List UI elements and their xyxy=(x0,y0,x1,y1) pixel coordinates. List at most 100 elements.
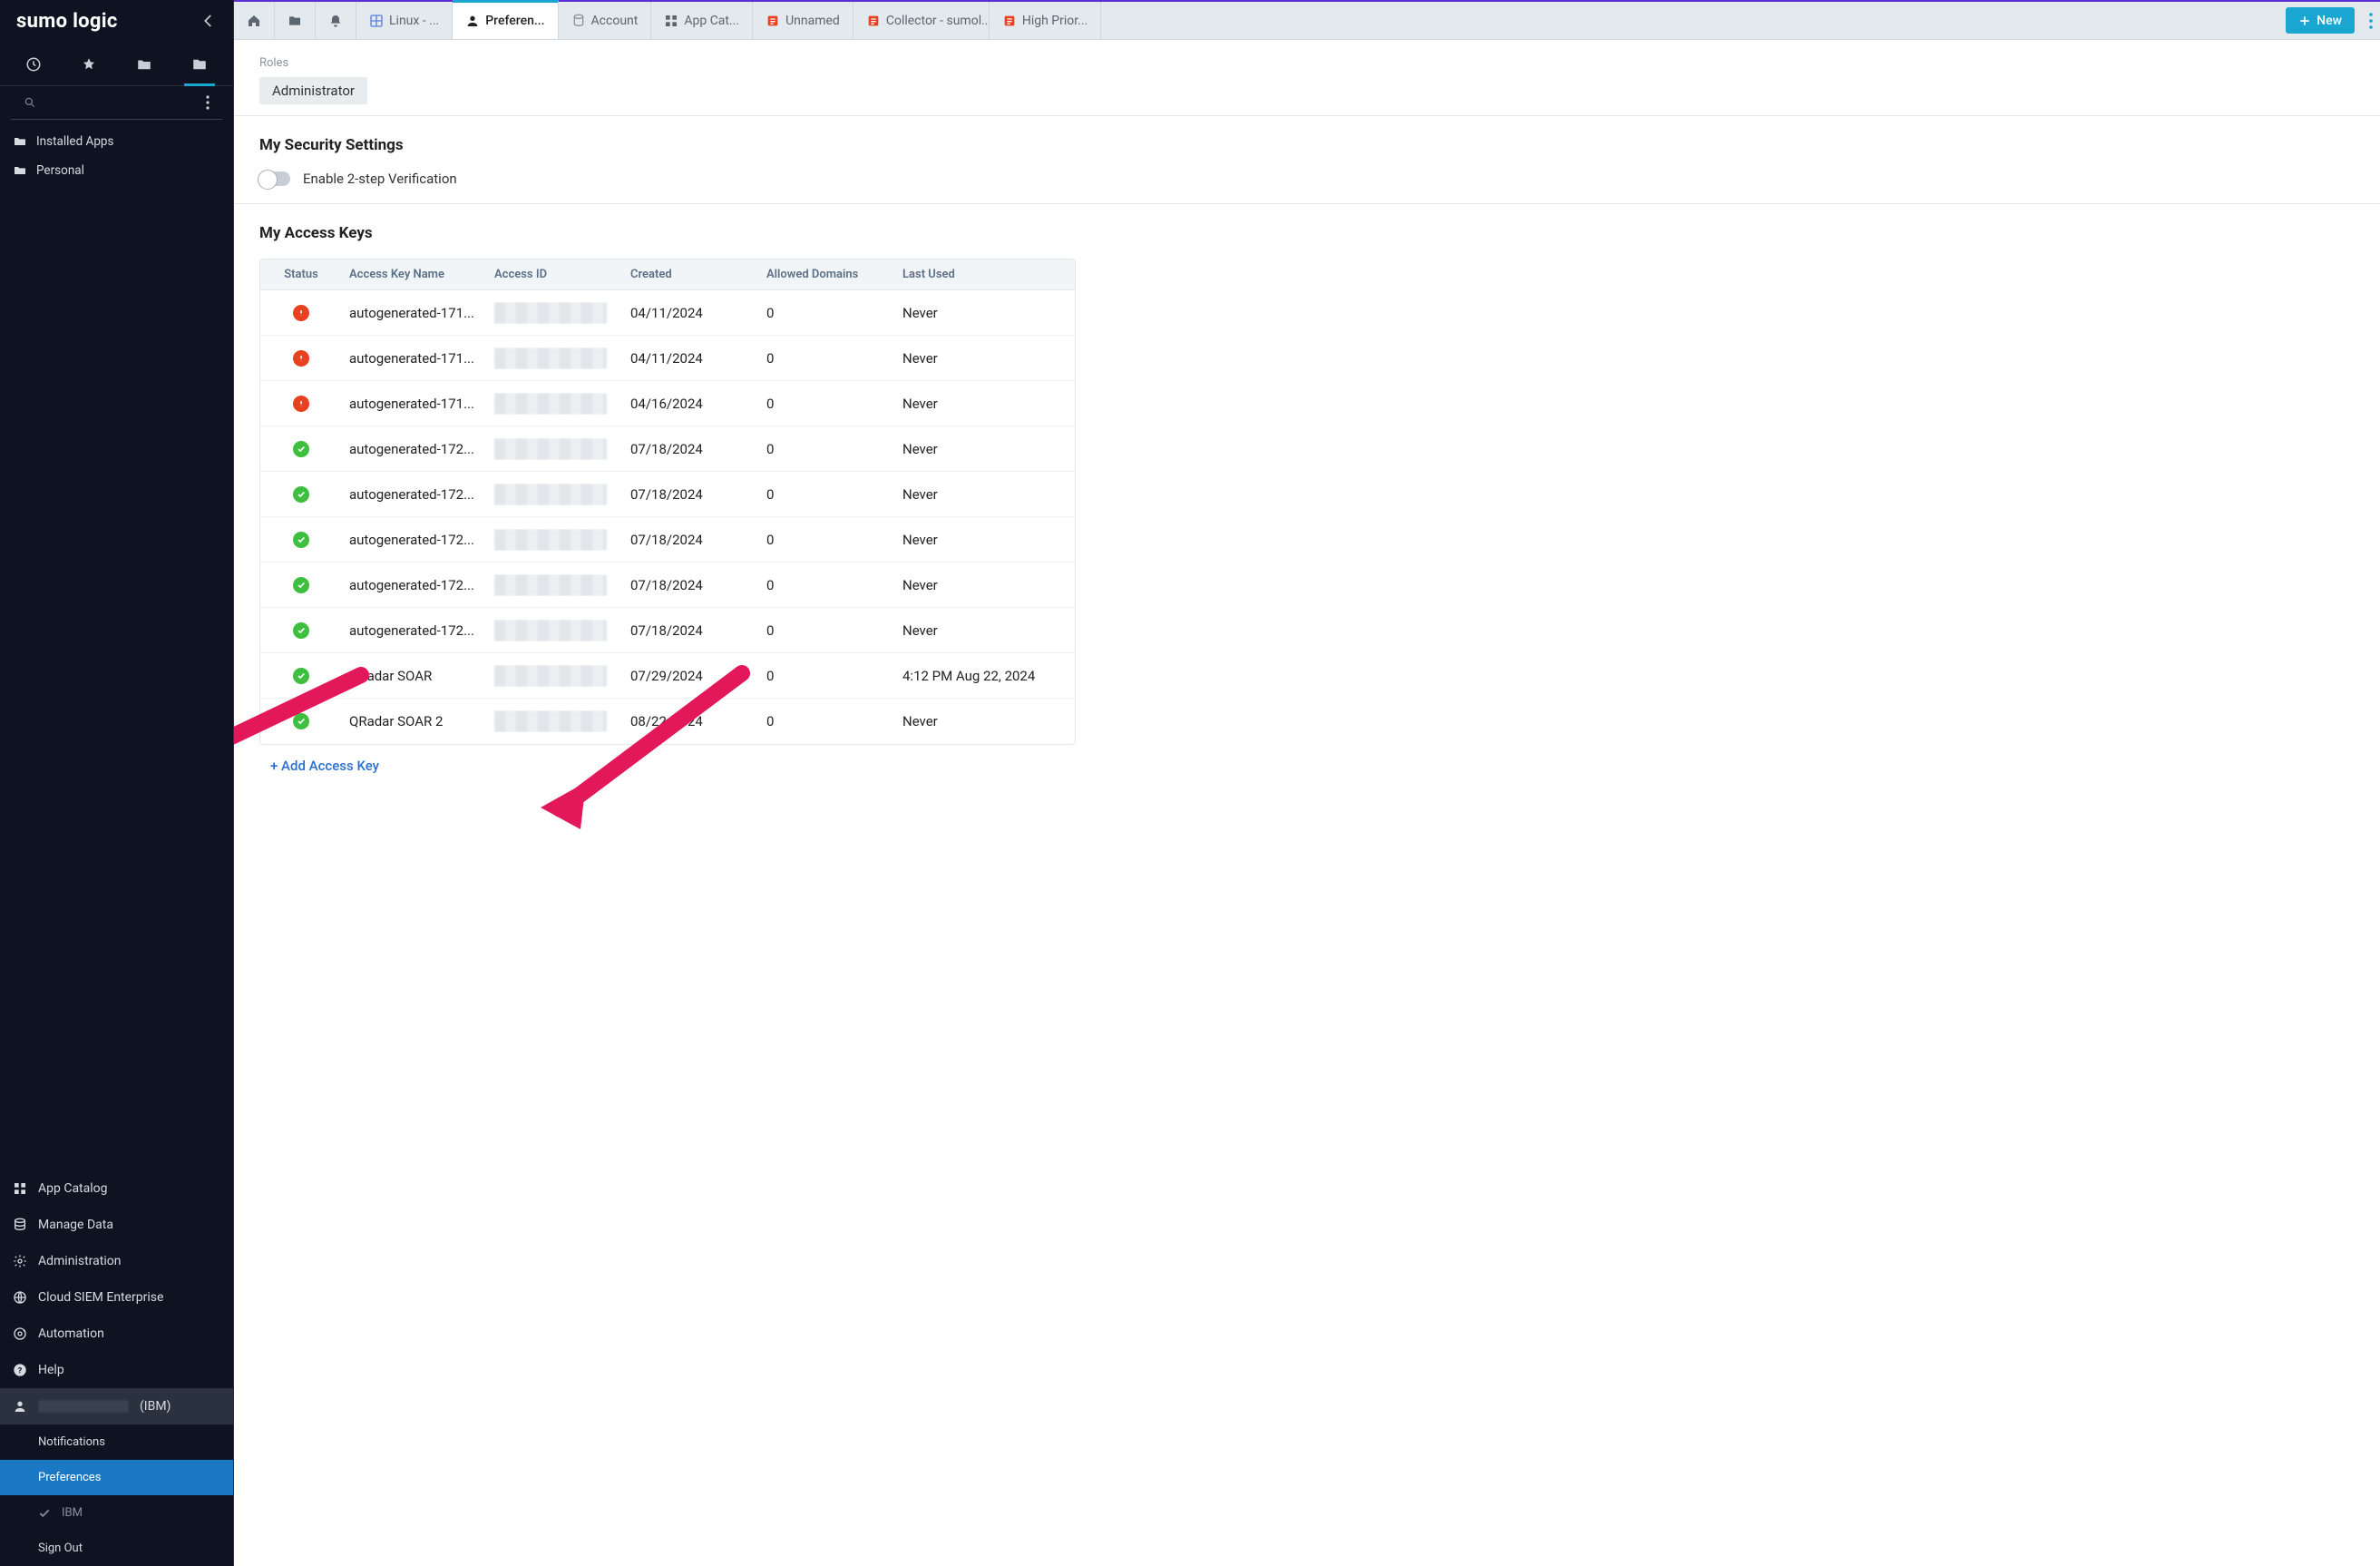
status-cell xyxy=(260,441,342,457)
roles-section: Roles Administrator xyxy=(234,40,2380,116)
tab-linux[interactable]: Linux - ... xyxy=(356,2,453,39)
two-step-row: Enable 2-step Verification xyxy=(259,171,2355,187)
nav-label: Help xyxy=(38,1363,64,1377)
nav-user[interactable]: (IBM) xyxy=(0,1388,233,1424)
nav-cloud-siem[interactable]: Cloud SIEM Enterprise xyxy=(0,1279,233,1316)
key-name: autogenerated-172... xyxy=(342,577,487,593)
table-row[interactable]: autogenerated-172...07/18/20240Never xyxy=(260,472,1075,517)
col-status[interactable]: Status xyxy=(260,268,342,281)
nav-app-catalog[interactable]: App Catalog xyxy=(0,1170,233,1207)
status-cell xyxy=(260,622,342,639)
user-suffix: (IBM) xyxy=(140,1399,171,1414)
nav-automation[interactable]: Automation xyxy=(0,1316,233,1352)
key-name: QRadar SOAR xyxy=(342,668,487,684)
key-id xyxy=(487,710,623,732)
folder-icon xyxy=(288,14,302,28)
nav-shared[interactable] xyxy=(123,49,165,80)
table-row[interactable]: autogenerated-171...04/11/20240Never xyxy=(260,290,1075,336)
sidebar-header: sumo logic xyxy=(0,0,233,40)
status-cell xyxy=(260,668,342,684)
tab-account[interactable]: Account xyxy=(559,2,652,39)
check-icon xyxy=(38,1507,51,1520)
col-domains[interactable]: Allowed Domains xyxy=(759,268,895,281)
tab-alerts[interactable] xyxy=(316,2,356,39)
tab-label: Linux - ... xyxy=(389,14,439,28)
two-step-toggle[interactable] xyxy=(259,171,290,186)
key-id xyxy=(487,393,623,415)
tree-installed-apps[interactable]: Installed Apps xyxy=(0,127,233,156)
key-domains: 0 xyxy=(759,305,895,321)
tab-unnamed[interactable]: Unnamed xyxy=(753,2,853,39)
tree-label: Installed Apps xyxy=(36,134,113,149)
key-last-used: Never xyxy=(895,441,1058,457)
nav-help[interactable]: ? Help xyxy=(0,1352,233,1388)
table-row[interactable]: autogenerated-172...07/18/20240Never xyxy=(260,517,1075,563)
col-id[interactable]: Access ID xyxy=(487,268,623,281)
security-section: My Security Settings Enable 2-step Verif… xyxy=(234,116,2380,204)
col-created[interactable]: Created xyxy=(623,268,759,281)
sidebar-search-input[interactable] xyxy=(42,96,202,110)
nav-recent[interactable] xyxy=(13,49,54,80)
tree-personal[interactable]: Personal xyxy=(0,156,233,185)
tab-home[interactable] xyxy=(234,2,275,39)
tab-label: App Cat... xyxy=(684,14,739,28)
status-cell xyxy=(260,486,342,503)
database-icon xyxy=(13,1218,27,1232)
folder-icon xyxy=(13,163,27,178)
table-row[interactable]: autogenerated-172...07/18/20240Never xyxy=(260,608,1075,653)
key-domains: 0 xyxy=(759,441,895,457)
brand-logo: sumo logic xyxy=(16,10,118,33)
nav-sign-out[interactable]: Sign Out xyxy=(0,1531,233,1566)
key-created: 07/18/2024 xyxy=(623,622,759,639)
key-created: 07/29/2024 xyxy=(623,668,759,684)
tab-library[interactable] xyxy=(275,2,316,39)
help-icon: ? xyxy=(13,1363,27,1377)
tab-high-priority[interactable]: High Prior... xyxy=(990,2,1101,39)
status-cell xyxy=(260,305,342,321)
nav-label: Manage Data xyxy=(38,1218,113,1232)
table-row[interactable]: QRadar SOAR07/29/202404:12 PM Aug 22, 20… xyxy=(260,653,1075,699)
status-ok-icon xyxy=(293,622,309,639)
security-heading: My Security Settings xyxy=(259,136,2355,154)
status-ok-icon xyxy=(293,532,309,548)
table-row[interactable]: autogenerated-172...07/18/20240Never xyxy=(260,426,1075,472)
key-domains: 0 xyxy=(759,350,895,367)
key-last-used: Never xyxy=(895,713,1058,729)
table-row[interactable]: autogenerated-172...07/18/20240Never xyxy=(260,563,1075,608)
nav-label: Sign Out xyxy=(38,1542,83,1555)
star-icon xyxy=(81,56,97,73)
tab-preferences[interactable]: Preferen... xyxy=(453,0,558,39)
nav-library[interactable] xyxy=(179,49,220,80)
nav-notifications[interactable]: Notifications xyxy=(0,1424,233,1460)
clock-icon xyxy=(25,56,42,73)
folder-icon xyxy=(191,56,208,73)
key-last-used: Never xyxy=(895,486,1058,503)
table-row[interactable]: autogenerated-171...04/11/20240Never xyxy=(260,336,1075,381)
col-name[interactable]: Access Key Name xyxy=(342,268,487,281)
status-warn-icon xyxy=(293,396,309,412)
col-last-used[interactable]: Last Used xyxy=(895,268,1058,281)
sidebar-search-menu[interactable] xyxy=(202,92,213,113)
add-access-key-link[interactable]: + Add Access Key xyxy=(259,745,390,787)
tab-collector[interactable]: Collector - sumol... xyxy=(853,2,990,39)
key-domains: 0 xyxy=(759,532,895,548)
nav-favorites[interactable] xyxy=(68,49,110,80)
roles-label: Roles xyxy=(259,56,2355,70)
table-row[interactable]: autogenerated-171...04/16/20240Never xyxy=(260,381,1075,426)
status-ok-icon xyxy=(293,486,309,503)
status-warn-icon xyxy=(293,305,309,321)
tab-app-catalog[interactable]: App Cat... xyxy=(651,2,753,39)
status-ok-icon xyxy=(293,668,309,684)
table-row[interactable]: QRadar SOAR 208/22/20240Never xyxy=(260,699,1075,744)
collapse-sidebar-button[interactable] xyxy=(197,9,220,33)
nav-administration[interactable]: Administration xyxy=(0,1243,233,1279)
user-icon xyxy=(13,1399,27,1414)
tree-label: Personal xyxy=(36,163,84,178)
log-icon xyxy=(866,14,881,28)
tabs-overflow[interactable] xyxy=(2362,2,2380,39)
nav-preferences[interactable]: Preferences xyxy=(0,1460,233,1495)
nav-manage-data[interactable]: Manage Data xyxy=(0,1207,233,1243)
nav-org[interactable]: IBM xyxy=(0,1495,233,1531)
content-scroll[interactable]: Roles Administrator My Security Settings… xyxy=(234,40,2380,1566)
new-button[interactable]: New xyxy=(2286,7,2355,34)
